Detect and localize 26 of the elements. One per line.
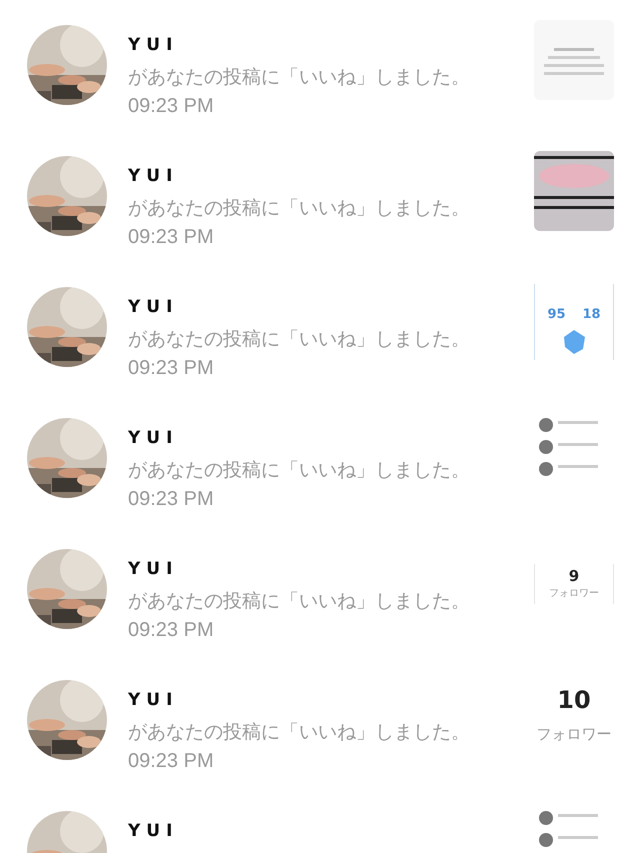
notification-message: があなたの投稿に「いいね」しました。 <box>128 588 471 614</box>
stat-value: 18 <box>582 308 601 321</box>
user-name: YUI <box>128 558 180 581</box>
notification-time: 09:23 PM <box>128 225 215 250</box>
notification-message: があなたの投稿に「いいね」しました。 <box>128 64 471 90</box>
stat-value: 95 <box>547 308 566 321</box>
user-name: YUI <box>128 820 180 843</box>
follower-count: 10 <box>557 684 591 715</box>
notification-message: があなたの投稿に「いいね」しました。 <box>128 326 471 352</box>
notification-message: があなたの投稿に「いいね」しました。 <box>128 720 471 744</box>
user-name: YUI <box>128 296 180 319</box>
user-name: YUI <box>128 165 180 188</box>
notification-time: 09:23 PM <box>128 487 215 512</box>
notification-time: 09:23 PM <box>128 749 215 774</box>
user-name: YUI <box>128 689 180 712</box>
follower-label: フォロワー <box>549 586 599 601</box>
radar-chart-icon <box>561 329 587 355</box>
notification-time: 09:23 PM <box>128 618 215 643</box>
user-name: YUI <box>128 34 180 57</box>
notification-time: 09:23 PM <box>128 356 215 381</box>
follower-label: フォロワー <box>536 724 612 745</box>
user-name: YUI <box>128 427 180 450</box>
follower-count: 9 <box>568 567 580 586</box>
notification-message: があなたの投稿に「いいね」しました。 <box>128 196 471 220</box>
notification-time: 09:23 PM <box>128 94 215 119</box>
notification-message: があなたの投稿に「いいね」しました。 <box>128 458 471 482</box>
